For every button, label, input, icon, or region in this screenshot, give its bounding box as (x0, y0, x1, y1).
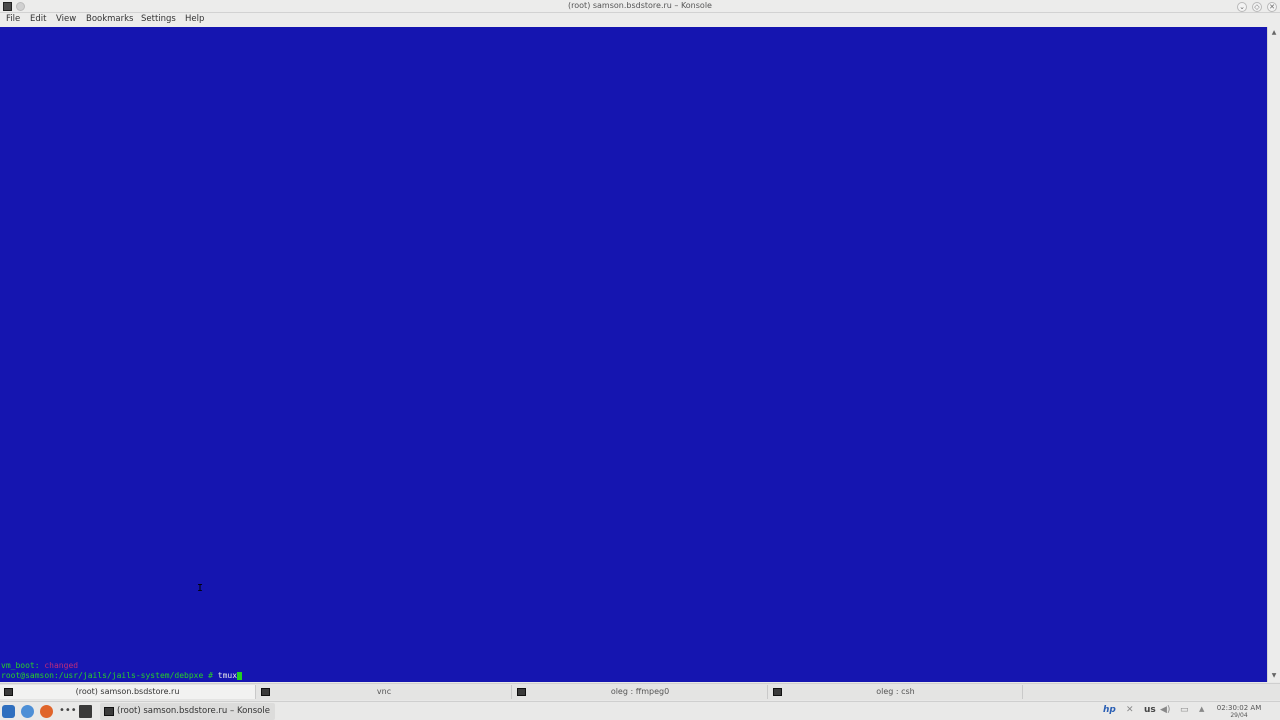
scroll-down-icon[interactable]: ▼ (1270, 672, 1278, 680)
tab-label: (root) samson.bsdstore.ru (75, 687, 180, 696)
tab-vnc[interactable]: vnc (257, 685, 512, 699)
close-button[interactable]: ✕ (1267, 2, 1277, 12)
task-label: (root) samson.bsdstore.ru – Konsole (117, 706, 270, 716)
menu-bar: File Edit View Bookmarks Settings Help (0, 13, 1280, 27)
terminal-line-status: vm_boot: changed (1, 661, 78, 671)
tab-label: oleg : ffmpeg0 (610, 687, 670, 696)
terminal-icon (773, 688, 782, 696)
menu-edit[interactable]: Edit (30, 14, 46, 24)
kde-menu-icon[interactable] (2, 705, 15, 718)
terminal-prompt-line: root@samson:/usr/jails/jails-system/debp… (1, 671, 243, 681)
keyboard-layout[interactable]: us (1144, 705, 1156, 715)
tab-root-samson[interactable]: (root) samson.bsdstore.ru (0, 685, 256, 699)
text-cursor (237, 671, 243, 680)
terminal-icon (517, 688, 526, 696)
minimize-button[interactable]: ⌄ (1237, 2, 1247, 12)
status-value: changed (44, 661, 79, 670)
konsole-tab-bar: (root) samson.bsdstore.ru vnc oleg : ffm… (0, 683, 1280, 700)
ibeam-cursor-icon: I (197, 583, 204, 594)
clock-date[interactable]: 29/04 (1214, 712, 1264, 719)
tab-label: vnc (376, 687, 392, 696)
window-titlebar[interactable]: (root) samson.bsdstore.ru – Konsole ⌄ ◇ … (0, 0, 1280, 13)
clock-time[interactable]: 02:30:02 AM (1214, 704, 1264, 712)
terminal-area[interactable]: vm_boot: changed root@samson:/usr/jails/… (0, 27, 1267, 682)
terminal-icon (104, 707, 114, 716)
maximize-button[interactable]: ◇ (1252, 2, 1262, 12)
typed-command: tmux (217, 671, 238, 680)
taskbar-konsole-entry[interactable]: (root) samson.bsdstore.ru – Konsole (100, 703, 275, 720)
chromium-icon[interactable] (21, 705, 34, 718)
hp-icon[interactable]: hp (1103, 705, 1116, 715)
status-label: vm_boot: (1, 661, 40, 670)
tab-label: oleg : csh (876, 687, 915, 696)
taskbar: ••• (root) samson.bsdstore.ru – Konsole … (0, 701, 1280, 720)
terminal-scrollbar[interactable]: ▲ ▼ (1267, 27, 1280, 682)
network-disconnected-icon[interactable]: ✕ (1126, 705, 1134, 715)
menu-help[interactable]: Help (185, 14, 204, 24)
tab-oleg-ffmpeg0[interactable]: oleg : ffmpeg0 (513, 685, 768, 699)
tab-oleg-csh[interactable]: oleg : csh (769, 685, 1023, 699)
terminal-icon[interactable] (79, 705, 92, 718)
scroll-up-icon[interactable]: ▲ (1270, 29, 1278, 37)
tray-expand-icon[interactable]: ▲ (1199, 705, 1204, 713)
removable-device-icon[interactable]: ▭ (1180, 705, 1189, 715)
volume-icon[interactable]: ◀) (1160, 705, 1170, 715)
window-title: (root) samson.bsdstore.ru – Konsole (568, 1, 712, 10)
terminal-icon (261, 688, 270, 696)
terminal-icon (4, 688, 13, 696)
menu-settings[interactable]: Settings (141, 14, 176, 24)
menu-file[interactable]: File (6, 14, 20, 24)
menu-bookmarks[interactable]: Bookmarks (86, 14, 134, 24)
dots-icon[interactable]: ••• (59, 705, 77, 718)
shell-prompt: root@samson:/usr/jails/jails-system/debp… (1, 671, 213, 680)
firefox-icon[interactable] (40, 705, 53, 718)
menu-view[interactable]: View (56, 14, 76, 24)
